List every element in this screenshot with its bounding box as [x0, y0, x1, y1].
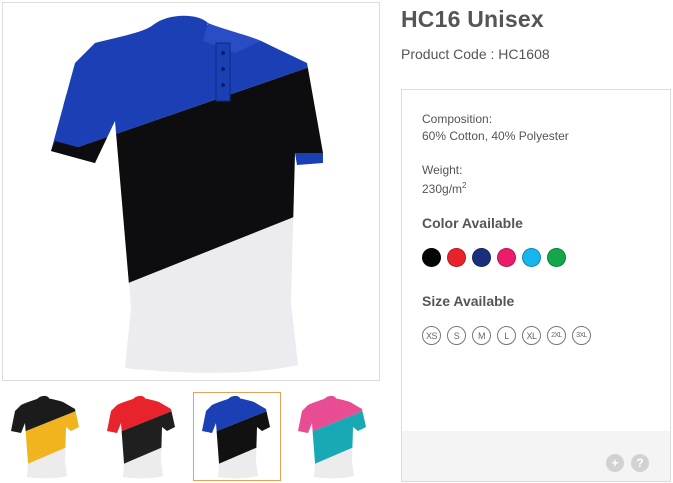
size-option-l[interactable]: L	[497, 326, 516, 345]
weight-label: Weight:	[422, 163, 463, 177]
color-available-title: Color Available	[422, 215, 523, 231]
plus-icon[interactable]: +	[606, 454, 624, 472]
thumbnail-strip	[2, 392, 380, 481]
product-code: Product Code : HC1608	[401, 46, 550, 62]
size-option-m[interactable]: M	[472, 326, 491, 345]
color-swatch-green[interactable]	[547, 248, 566, 267]
polo-shirt-image	[51, 15, 323, 373]
color-swatch-red[interactable]	[447, 248, 466, 267]
size-option-2xl[interactable]: 2XL	[547, 326, 566, 345]
weight-value: 230g/m2	[422, 181, 466, 196]
product-code-value: HC1608	[498, 46, 550, 62]
size-option-xs[interactable]: XS	[422, 326, 441, 345]
thumbnail-yellow-black[interactable]	[2, 392, 90, 481]
panel-footer	[402, 431, 670, 481]
color-swatch-navy[interactable]	[472, 248, 491, 267]
size-option-s[interactable]: S	[447, 326, 466, 345]
weight-superscript: 2	[462, 181, 467, 190]
composition-label: Composition:	[422, 112, 493, 126]
weight-number: 230g/m	[422, 182, 463, 196]
thumbnail-red-black[interactable]	[98, 392, 186, 481]
size-option-xl[interactable]: XL	[522, 326, 541, 345]
main-product-image[interactable]	[2, 2, 380, 381]
thumbnail-shirt-image	[11, 395, 79, 479]
thumbnail-royal-black[interactable]	[193, 392, 281, 481]
question-icon[interactable]: ?	[631, 454, 649, 472]
product-details-panel: Composition: 60% Cotton, 40% Polyester W…	[401, 89, 671, 482]
color-swatch-pink[interactable]	[497, 248, 516, 267]
thumbnail-shirt-image	[107, 395, 175, 479]
color-swatch-black[interactable]	[422, 248, 441, 267]
composition-value: 60% Cotton, 40% Polyester	[422, 129, 569, 143]
color-swatch-sky-blue[interactable]	[522, 248, 541, 267]
product-code-label: Product Code :	[401, 46, 499, 62]
thumbnail-shirt-image	[202, 395, 270, 479]
thumbnail-pink-teal[interactable]	[289, 392, 377, 481]
thumbnail-shirt-image	[298, 395, 366, 479]
size-option-3xl[interactable]: 3XL	[572, 326, 591, 345]
product-title: HC16 Unisex	[401, 6, 544, 32]
size-available-title: Size Available	[422, 293, 515, 309]
